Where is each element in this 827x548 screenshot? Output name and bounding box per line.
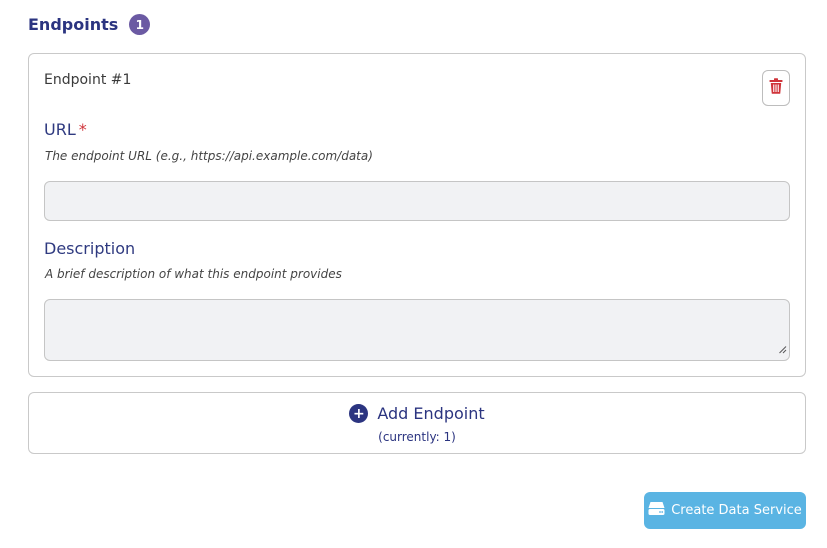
url-label-text: URL — [44, 120, 76, 139]
delete-endpoint-button[interactable] — [762, 70, 790, 106]
url-input[interactable] — [44, 181, 790, 221]
description-help-text: A brief description of what this endpoin… — [45, 267, 342, 281]
current-endpoint-count: (currently: 1) — [378, 430, 456, 444]
required-marker: * — [78, 120, 87, 139]
endpoint-heading: Endpoint #1 — [44, 72, 132, 88]
description-label: Description — [44, 239, 136, 258]
url-label: URL * — [44, 120, 87, 139]
create-data-service-button[interactable]: Create Data Service — [644, 492, 806, 529]
section-header: Endpoints 1 — [28, 14, 151, 35]
add-endpoint-label: Add Endpoint — [377, 404, 485, 423]
endpoint-count-badge: 1 — [129, 14, 151, 35]
plus-circle-icon: + — [349, 404, 369, 423]
add-endpoint-button[interactable]: + Add Endpoint (currently: 1) — [28, 392, 806, 454]
server-icon — [648, 501, 671, 520]
description-textarea[interactable] — [44, 299, 790, 361]
endpoint-card: Endpoint #1 URL * The endpoint URL (e.g.,… — [28, 53, 806, 377]
resize-handle-icon[interactable] — [778, 339, 787, 358]
section-title: Endpoints — [28, 15, 119, 34]
add-endpoint-row: + Add Endpoint — [29, 404, 805, 423]
trash-icon — [769, 78, 783, 98]
create-data-service-label: Create Data Service — [671, 503, 802, 518]
url-help-text: The endpoint URL (e.g., https://api.exam… — [45, 149, 373, 163]
